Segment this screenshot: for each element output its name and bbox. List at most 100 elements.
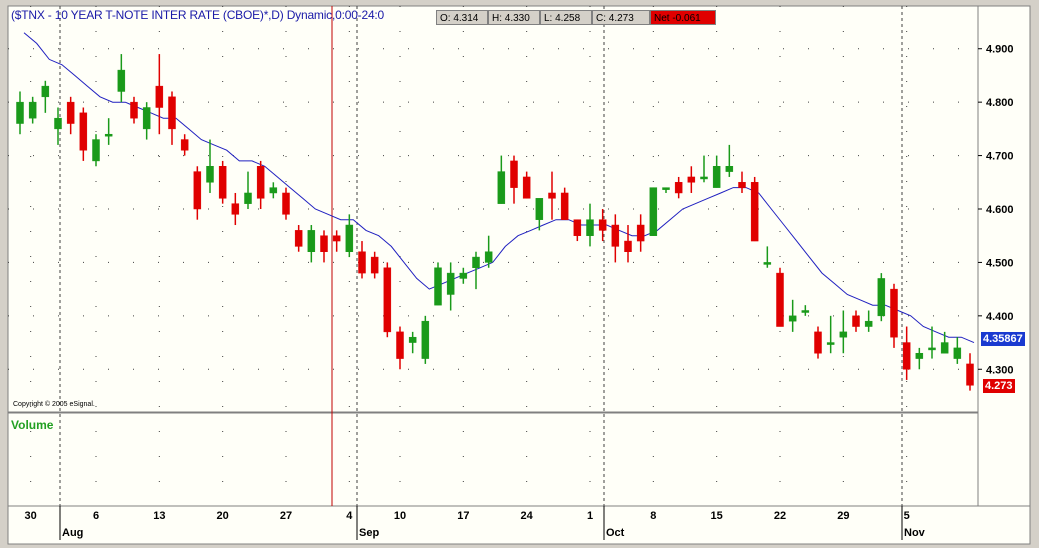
candle-body: [92, 139, 100, 162]
candle-body: [890, 288, 898, 338]
candle-body: [902, 342, 911, 370]
candle-body: [434, 267, 442, 306]
x-tick-label: 1: [587, 510, 593, 522]
candle-body: [649, 187, 658, 236]
candle-body: [155, 85, 164, 108]
x-tick-label: 10: [394, 510, 406, 522]
candle-body: [206, 166, 214, 183]
candle-body: [522, 176, 531, 199]
x-tick-label: 29: [837, 510, 849, 522]
candle-body: [687, 176, 696, 183]
candle-body: [472, 256, 480, 269]
y-tick-label: 4.800: [986, 97, 1014, 109]
open-readout: O: 4.314: [436, 10, 488, 25]
candle-body: [826, 342, 835, 345]
x-tick-label: 13: [153, 510, 165, 522]
x-tick-label: 6: [93, 510, 99, 522]
candle-body: [839, 331, 848, 338]
net-change-readout: Net -0.061: [650, 10, 716, 25]
candle-body: [345, 224, 354, 252]
candle-body: [41, 85, 50, 98]
y-tick-label: 4.700: [986, 151, 1014, 163]
candle-body: [446, 272, 455, 295]
copyright-text: Copyright © 2005 eSignal.: [13, 401, 95, 408]
candle-body: [725, 166, 734, 172]
candle-body: [79, 112, 88, 151]
x-tick-label: 24: [521, 510, 534, 522]
candle-body: [966, 363, 974, 386]
candle-body: [396, 331, 404, 359]
candle-body: [358, 251, 366, 274]
month-label: Aug: [62, 527, 83, 539]
candle-body: [168, 96, 176, 130]
candle-body: [560, 192, 569, 220]
ma-value-badge: 4.35867: [981, 332, 1025, 346]
candle-body: [497, 171, 506, 204]
candle-body: [16, 101, 24, 124]
candle-body: [586, 219, 594, 236]
y-tick-label: 4.400: [986, 311, 1014, 323]
y-tick-label: 4.600: [986, 204, 1014, 216]
candle-body: [573, 219, 582, 236]
candle-body: [459, 272, 468, 279]
y-tick-label: 4.900: [986, 44, 1014, 56]
candle-body: [928, 347, 936, 351]
candle-body: [370, 256, 379, 274]
x-tick-label: 8: [650, 510, 656, 522]
candle-body: [142, 107, 151, 130]
candle-body: [130, 101, 138, 119]
x-tick-label: 27: [280, 510, 292, 522]
candle-body: [332, 235, 341, 242]
candle-body: [788, 315, 797, 322]
x-tick-label: 4: [346, 510, 353, 522]
high-readout: H: 4.330: [488, 10, 540, 25]
candle-body: [66, 101, 75, 124]
candle-body: [269, 187, 278, 194]
candle-body: [852, 315, 860, 327]
price-pane: [7, 5, 979, 413]
candle-body: [104, 133, 113, 137]
candle-body: [218, 166, 227, 199]
candle-body: [180, 139, 189, 151]
month-label: Nov: [904, 527, 926, 539]
x-tick-label: 15: [711, 510, 723, 522]
candle-body: [193, 171, 202, 210]
candle-body: [674, 182, 683, 194]
price-axis-panel: [977, 5, 1031, 507]
candle-body: [598, 219, 607, 231]
candle-body: [864, 320, 873, 327]
month-label: Sep: [359, 527, 379, 539]
x-tick-label: 22: [774, 510, 786, 522]
candle-body: [421, 320, 430, 359]
candle-body: [611, 224, 620, 247]
candle-body: [231, 203, 240, 215]
candle-body: [636, 224, 645, 242]
candle-body: [700, 176, 708, 180]
low-readout: L: 4.258: [540, 10, 592, 25]
candle-body: [738, 182, 746, 188]
candle-body: [953, 347, 962, 359]
candle-body: [940, 342, 949, 354]
y-tick-label: 4.500: [986, 257, 1014, 269]
x-tick-label: 20: [217, 510, 229, 522]
candle-body: [244, 192, 252, 204]
candle-body: [117, 69, 126, 92]
candle-body: [383, 267, 392, 333]
candle-body: [294, 230, 303, 247]
x-tick-label: 17: [457, 510, 469, 522]
candle-body: [307, 230, 316, 252]
candle-body: [712, 166, 721, 188]
x-tick-label: 30: [25, 510, 37, 522]
candle-body: [54, 117, 62, 130]
candle-body: [28, 101, 37, 119]
candle-body: [877, 278, 886, 317]
price-chart[interactable]: 4.900 4.800 4.700 4.600 4.500 4.400 4.300 30 6 13…: [0, 0, 1039, 548]
candle-body: [535, 198, 544, 220]
last-price-badge: 4.273: [983, 379, 1015, 393]
volume-pane-label: Volume: [11, 418, 54, 432]
y-tick-label: 4.300: [986, 364, 1014, 376]
month-label: Oct: [606, 527, 625, 539]
candle-body: [282, 192, 290, 215]
candle-body: [915, 352, 924, 359]
candle-body: [624, 240, 632, 252]
